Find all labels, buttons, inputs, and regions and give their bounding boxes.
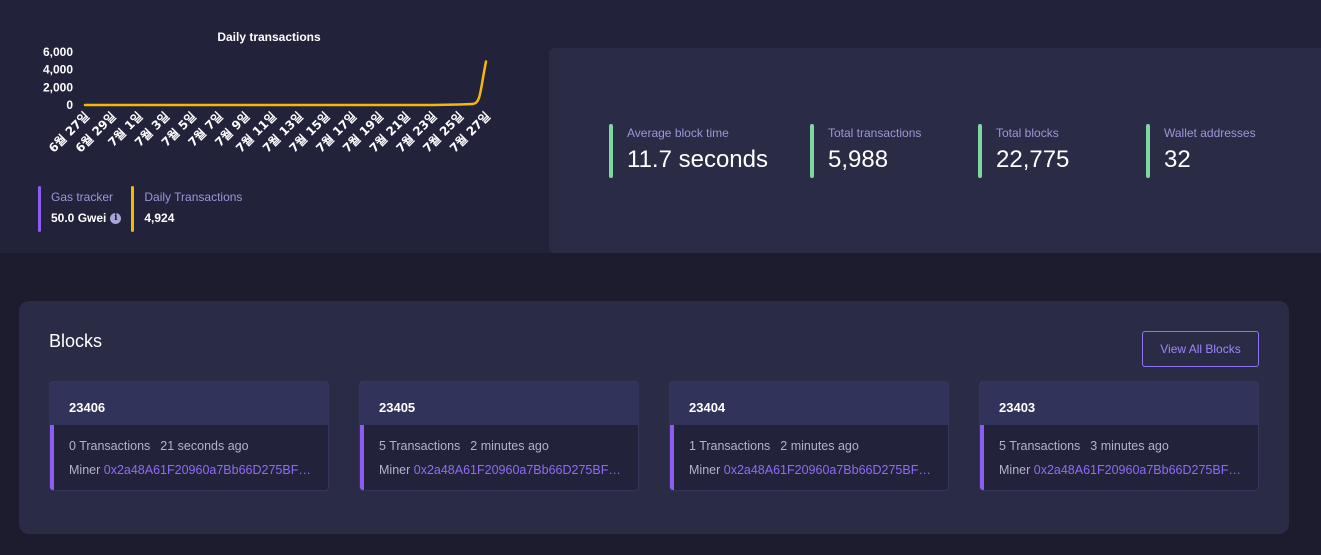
stat-label: Total blocks: [996, 126, 1059, 140]
stat-bar: [978, 124, 982, 178]
stat-bar: [810, 124, 814, 178]
block-transactions: 5 Transactions: [379, 439, 461, 453]
miner-label: Miner: [69, 463, 101, 477]
stat-value: 22,775: [996, 146, 1070, 173]
y-tick-label: 2,000: [43, 80, 73, 94]
block-meta: 1 Transactions 2 minutes ago: [689, 439, 859, 453]
block-age: 21 seconds ago: [160, 439, 249, 453]
chart-title-wrap: Daily transactions: [0, 28, 540, 46]
series-line: [83, 60, 488, 107]
block-meta: 0 Transactions 21 seconds ago: [69, 439, 249, 453]
block-transactions: 0 Transactions: [69, 439, 151, 453]
block-card[interactable]: 23403 5 Transactions 3 minutes ago Miner…: [979, 381, 1259, 491]
block-meta: 5 Transactions 3 minutes ago: [999, 439, 1169, 453]
gas-tracker-label: Gas tracker: [51, 190, 114, 204]
block-card[interactable]: 23405 5 Transactions 2 minutes ago Miner…: [359, 381, 639, 491]
stat-average-block-time: Average block time 11.7 seconds: [609, 124, 768, 178]
daily-transactions-value: 4,924: [144, 211, 175, 225]
view-all-blocks-button[interactable]: View All Blocks: [1142, 331, 1259, 367]
block-transactions: 1 Transactions: [689, 439, 771, 453]
gas-tracker-value-wrap: 50.0 Gwei i: [51, 211, 122, 225]
y-tick-label: 4,000: [43, 63, 73, 77]
block-number[interactable]: 23404: [689, 400, 725, 415]
block-miner: Miner 0x2a48A61F20960a7Bb66D275BF…: [379, 463, 627, 477]
block-number[interactable]: 23405: [379, 400, 415, 415]
info-icon[interactable]: i: [110, 212, 122, 224]
block-age: 3 minutes ago: [1090, 439, 1169, 453]
stat-value: 11.7 seconds: [627, 146, 768, 173]
stat-wallet-addresses: Wallet addresses 32: [1146, 124, 1256, 178]
stat-bar: [609, 124, 613, 178]
daily-transactions-chart: 6,0004,0002,00006월 27일6월 29일7월 1일7월 3일7월…: [43, 45, 493, 155]
miner-address-link[interactable]: 0x2a48A61F20960a7Bb66D275BF…: [104, 463, 311, 477]
daily-transactions-chart-panel: 6,000 4,000 2,000 0 6월 27일 6월 29일 7월 1일 7월 3일 7월…: [0, 0, 540, 253]
gas-tracker-bar: [38, 186, 41, 232]
block-meta: 5 Transactions 2 minutes ago: [379, 439, 549, 453]
miner-label: Miner: [999, 463, 1031, 477]
block-card[interactable]: 23406 0 Transactions 21 seconds ago Mine…: [49, 381, 329, 491]
stat-label: Average block time: [627, 126, 729, 140]
daily-transactions-label: Daily Transactions: [144, 190, 243, 204]
miner-address-link[interactable]: 0x2a48A61F20960a7Bb66D275BF…: [724, 463, 931, 477]
stat-value: 32: [1164, 146, 1191, 173]
block-card-header: 23403: [980, 382, 1258, 425]
daily-transactions-bar: [131, 186, 135, 232]
stat-value: 5,988: [828, 146, 889, 173]
gas-tracker-stat: Gas tracker 50.0 Gwei i: [38, 186, 122, 232]
stat-label: Wallet addresses: [1164, 126, 1256, 140]
miner-address-link[interactable]: 0x2a48A61F20960a7Bb66D275BF…: [414, 463, 621, 477]
block-transactions: 5 Transactions: [999, 439, 1081, 453]
daily-transactions-stat: Daily Transactions 4,924: [131, 186, 242, 232]
miner-label: Miner: [379, 463, 411, 477]
block-number[interactable]: 23403: [999, 400, 1035, 415]
stat-total-blocks: Total blocks 22,775: [978, 124, 1069, 178]
block-card-header: 23406: [50, 382, 328, 425]
block-card-header: 23404: [670, 382, 948, 425]
block-miner: Miner 0x2a48A61F20960a7Bb66D275BF…: [69, 463, 317, 477]
block-age: 2 minutes ago: [470, 439, 549, 453]
stat-bar: [1146, 124, 1150, 178]
gas-tracker-value: 50.0 Gwei: [51, 211, 107, 225]
stats-panel: Average block time 11.7 seconds Total tr…: [549, 48, 1321, 253]
mini-stats: Gas tracker 50.0 Gwei i Daily Transactio…: [38, 186, 242, 232]
block-miner: Miner 0x2a48A61F20960a7Bb66D275BF…: [999, 463, 1247, 477]
block-miner: Miner 0x2a48A61F20960a7Bb66D275BF…: [689, 463, 937, 477]
stat-total-transactions: Total transactions 5,988: [810, 124, 921, 178]
block-number[interactable]: 23406: [69, 400, 105, 415]
chart-title: Daily transactions: [217, 30, 321, 44]
block-card[interactable]: 23404 1 Transactions 2 minutes ago Miner…: [669, 381, 949, 491]
blocks-panel: Blocks View All Blocks 23406 0 Transacti…: [19, 301, 1289, 534]
blocks-title: Blocks: [49, 331, 103, 351]
block-card-header: 23405: [360, 382, 638, 425]
miner-label: Miner: [689, 463, 721, 477]
block-age: 2 minutes ago: [780, 439, 859, 453]
y-tick-label: 0: [66, 98, 73, 112]
stat-label: Total transactions: [828, 126, 922, 140]
y-tick-label: 6,000: [43, 45, 73, 59]
miner-address-link[interactable]: 0x2a48A61F20960a7Bb66D275BF…: [1034, 463, 1241, 477]
